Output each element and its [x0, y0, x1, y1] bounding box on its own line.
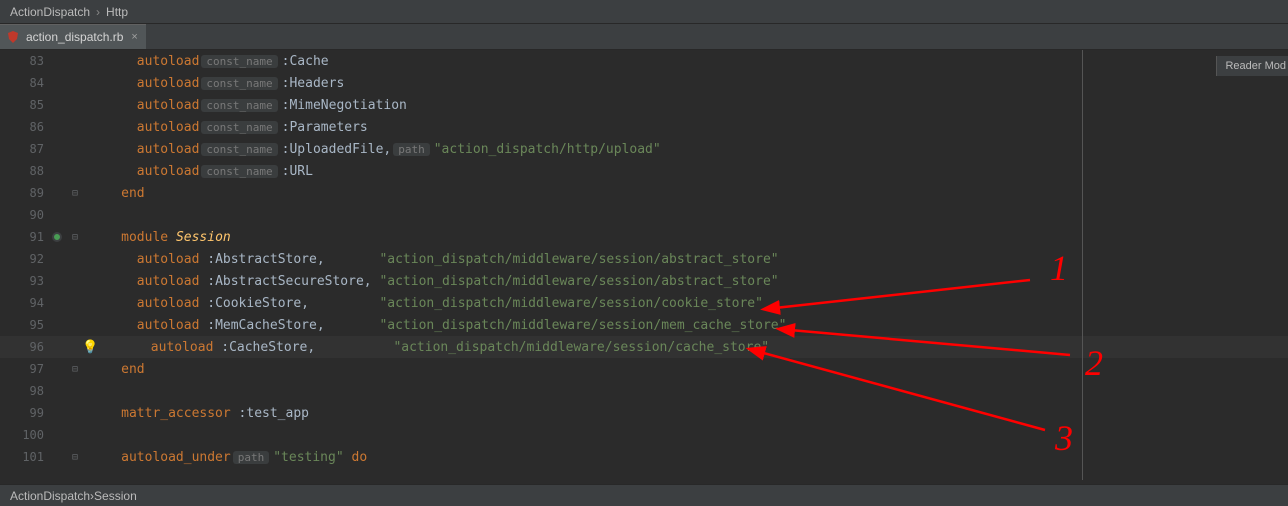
code-content[interactable]: autoload :CookieStore, "action_dispatch/… — [82, 296, 1288, 311]
breadcrumb-part[interactable]: ActionDispatch — [10, 489, 90, 503]
code-content[interactable]: autoloadconst_name:Cache — [82, 54, 1288, 69]
code-content[interactable]: autoload :AbstractStore, "action_dispatc… — [82, 252, 1288, 267]
code-content[interactable]: autoloadconst_name:URL — [82, 164, 1288, 179]
gutter-markers: ⊟ — [52, 364, 82, 375]
line-number[interactable]: 91 — [0, 230, 52, 244]
code-content[interactable]: autoloadconst_name:UploadedFile,path"act… — [82, 142, 1288, 157]
parameter-hint: const_name — [201, 55, 277, 68]
code-line-84[interactable]: 84 autoloadconst_name:Headers — [0, 72, 1288, 94]
code-line-98[interactable]: 98 — [0, 380, 1288, 402]
code-content[interactable]: autoload :AbstractSecureStore, "action_d… — [82, 274, 1288, 289]
code-line-90[interactable]: 90 — [0, 204, 1288, 226]
line-number[interactable]: 98 — [0, 384, 52, 398]
fold-icon[interactable]: ⊟ — [72, 188, 78, 199]
code-content[interactable] — [82, 384, 1288, 399]
tab-action-dispatch-rb[interactable]: action_dispatch.rb × — [0, 24, 146, 49]
code-line-92[interactable]: 92 autoload :AbstractStore, "action_disp… — [0, 248, 1288, 270]
parameter-hint: const_name — [201, 121, 277, 134]
code-content[interactable]: autoload :MemCacheStore, "action_dispatc… — [82, 318, 1288, 333]
fold-icon[interactable]: ⊟ — [72, 364, 78, 375]
fold-icon[interactable]: ⊟ — [72, 452, 78, 463]
code-line-97[interactable]: 97 ⊟ end — [0, 358, 1288, 380]
line-number[interactable]: 89 — [0, 186, 52, 200]
line-number[interactable]: 83 — [0, 54, 52, 68]
code-content[interactable]: autoload_underpath"testing" do — [82, 450, 1288, 465]
line-number[interactable]: 87 — [0, 142, 52, 156]
breadcrumb-top[interactable]: ActionDispatch › Http — [0, 0, 1288, 24]
fold-icon[interactable]: ⊟ — [72, 232, 78, 243]
parameter-hint: const_name — [201, 165, 277, 178]
code-content[interactable]: mattr_accessor :test_app — [82, 406, 1288, 421]
close-icon[interactable]: × — [131, 31, 137, 43]
parameter-hint: const_name — [201, 77, 277, 90]
code-content[interactable] — [82, 428, 1288, 443]
code-line-87[interactable]: 87 autoloadconst_name:UploadedFile,path"… — [0, 138, 1288, 160]
code-content[interactable]: autoloadconst_name:Headers — [82, 76, 1288, 91]
code-line-94[interactable]: 94 autoload :CookieStore, "action_dispat… — [0, 292, 1288, 314]
line-number[interactable]: 96 — [0, 340, 52, 354]
parameter-hint: const_name — [201, 99, 277, 112]
lightbulb-icon[interactable]: 💡 — [82, 340, 96, 355]
line-number[interactable]: 95 — [0, 318, 52, 332]
code-line-86[interactable]: 86 autoloadconst_name:Parameters — [0, 116, 1288, 138]
gutter-markers: ⊟ — [52, 232, 82, 243]
breadcrumb-part[interactable]: Http — [106, 5, 128, 19]
line-number[interactable]: 84 — [0, 76, 52, 90]
code-content[interactable]: end — [82, 362, 1288, 377]
line-number[interactable]: 90 — [0, 208, 52, 222]
code-line-100[interactable]: 100 — [0, 424, 1288, 446]
line-number[interactable]: 101 — [0, 450, 52, 464]
code-content[interactable]: module Session — [82, 230, 1288, 245]
parameter-hint: path — [233, 451, 270, 464]
code-line-99[interactable]: 99 mattr_accessor :test_app — [0, 402, 1288, 424]
parameter-hint: path — [393, 143, 430, 156]
code-content[interactable]: end — [82, 186, 1288, 201]
code-line-88[interactable]: 88 autoloadconst_name:URL — [0, 160, 1288, 182]
line-number[interactable]: 86 — [0, 120, 52, 134]
editor-pane[interactable]: 83 autoloadconst_name:Cache84 autoloadco… — [0, 50, 1288, 480]
code-line-95[interactable]: 95 autoload :MemCacheStore, "action_disp… — [0, 314, 1288, 336]
line-number[interactable]: 100 — [0, 428, 52, 442]
line-number[interactable]: 93 — [0, 274, 52, 288]
code-content[interactable]: autoloadconst_name:Parameters — [82, 120, 1288, 135]
line-number[interactable]: 94 — [0, 296, 52, 310]
gutter-markers: ⊟ — [52, 188, 82, 199]
code-content[interactable]: 💡 autoload :CacheStore, "action_dispatch… — [82, 340, 1288, 355]
breadcrumb-bottom[interactable]: ActionDispatch › Session — [0, 484, 1288, 506]
line-number[interactable]: 85 — [0, 98, 52, 112]
line-number[interactable]: 99 — [0, 406, 52, 420]
breadcrumb-part[interactable]: ActionDispatch — [10, 5, 90, 19]
code-line-96[interactable]: 96 💡 autoload :CacheStore, "action_dispat… — [0, 336, 1288, 358]
line-number[interactable]: 97 — [0, 362, 52, 376]
line-number[interactable]: 88 — [0, 164, 52, 178]
ruby-file-icon — [6, 30, 20, 44]
right-margin-line — [1082, 50, 1083, 480]
modification-marker-icon — [52, 232, 62, 242]
chevron-right-icon: › — [96, 5, 100, 19]
code-line-91[interactable]: 91 ⊟ module Session — [0, 226, 1288, 248]
code-line-85[interactable]: 85 autoloadconst_name:MimeNegotiation — [0, 94, 1288, 116]
code-line-101[interactable]: 101 ⊟ autoload_underpath"testing" do — [0, 446, 1288, 468]
code-content[interactable]: autoloadconst_name:MimeNegotiation — [82, 98, 1288, 113]
code-line-89[interactable]: 89 ⊟ end — [0, 182, 1288, 204]
tab-bar: action_dispatch.rb × — [0, 24, 1288, 50]
breadcrumb-part[interactable]: Session — [94, 489, 137, 503]
code-line-93[interactable]: 93 autoload :AbstractSecureStore, "actio… — [0, 270, 1288, 292]
code-line-83[interactable]: 83 autoloadconst_name:Cache — [0, 50, 1288, 72]
line-number[interactable]: 92 — [0, 252, 52, 266]
gutter-markers: ⊟ — [52, 452, 82, 463]
code-content[interactable] — [82, 208, 1288, 223]
parameter-hint: const_name — [201, 143, 277, 156]
tab-filename: action_dispatch.rb — [26, 30, 123, 44]
